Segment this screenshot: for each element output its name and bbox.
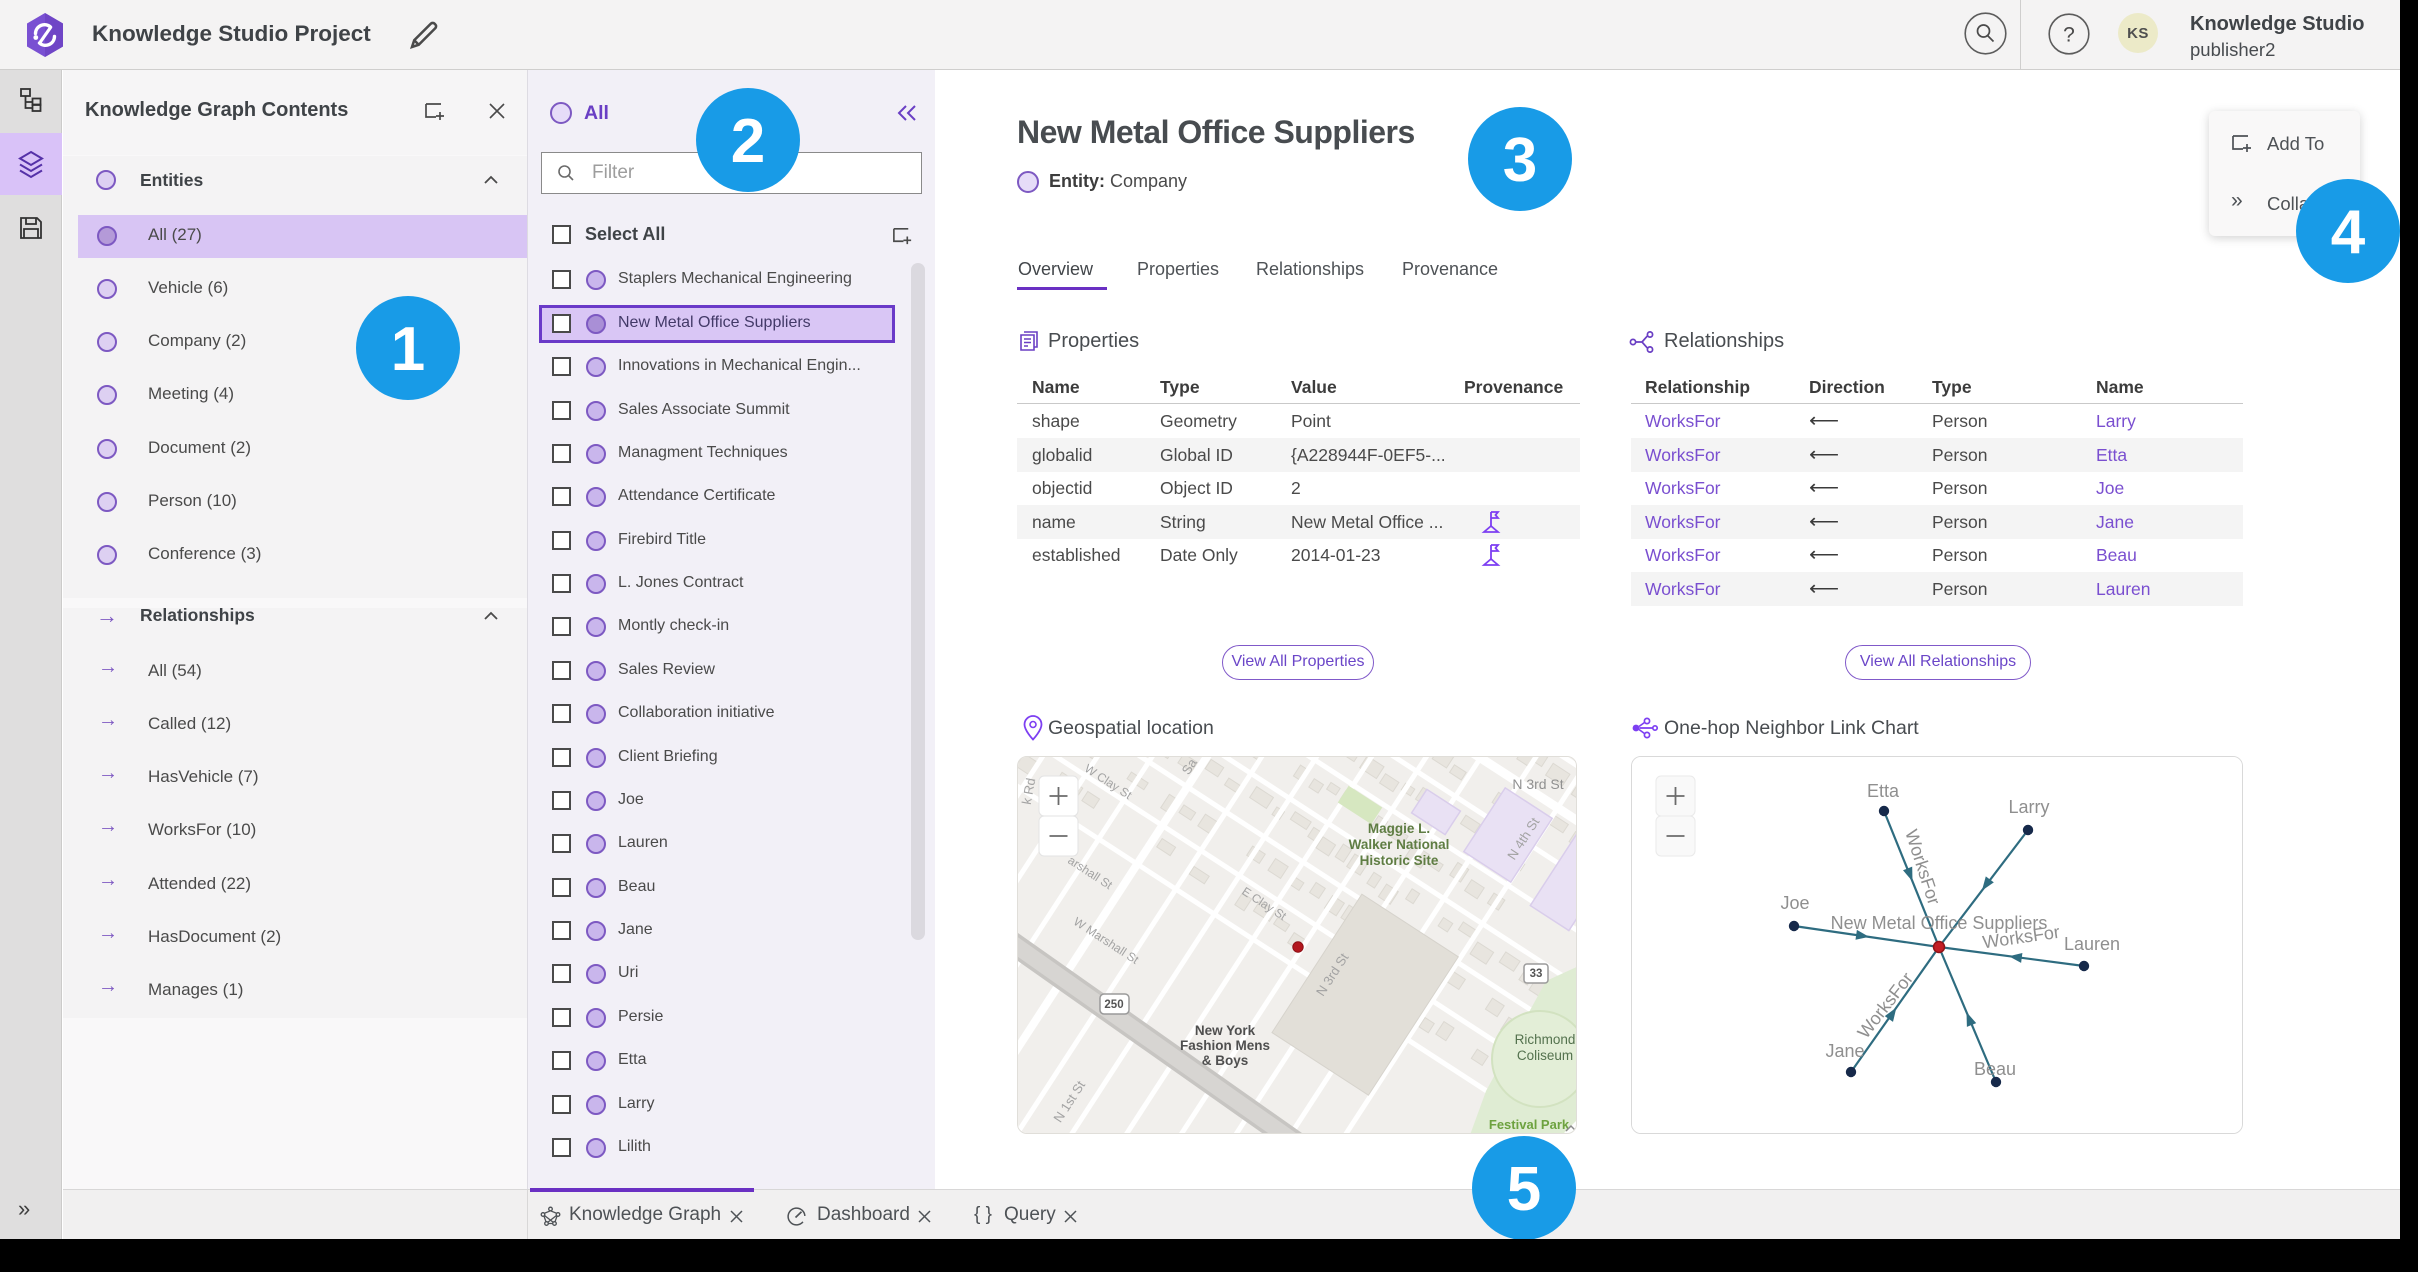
svg-text:Joe: Joe xyxy=(1780,893,1809,913)
svg-text:Historic Site: Historic Site xyxy=(1360,853,1439,868)
svg-text:N 3rd St: N 3rd St xyxy=(1512,776,1563,792)
svg-text:Jane: Jane xyxy=(1825,1041,1864,1061)
svg-text:Maggie L.: Maggie L. xyxy=(1368,821,1430,836)
svg-text:New York: New York xyxy=(1195,1023,1256,1038)
svg-text:Festival Park: Festival Park xyxy=(1489,1117,1570,1132)
svg-text:33: 33 xyxy=(1530,968,1543,980)
svg-text:Lauren: Lauren xyxy=(2064,934,2120,954)
svg-text:?: ? xyxy=(2063,24,2075,47)
svg-text:Coliseum: Coliseum xyxy=(1517,1048,1573,1063)
svg-text:Walker National: Walker National xyxy=(1349,837,1450,852)
svg-text:250: 250 xyxy=(1104,999,1123,1011)
svg-text:& Boys: & Boys xyxy=(1202,1053,1249,1068)
svg-text:Larry: Larry xyxy=(2008,797,2049,817)
svg-text:Beau: Beau xyxy=(1974,1059,2016,1079)
svg-text:Richmond: Richmond xyxy=(1515,1032,1576,1047)
svg-text:Etta: Etta xyxy=(1867,781,1900,801)
svg-text:Fashion Mens: Fashion Mens xyxy=(1180,1038,1270,1053)
